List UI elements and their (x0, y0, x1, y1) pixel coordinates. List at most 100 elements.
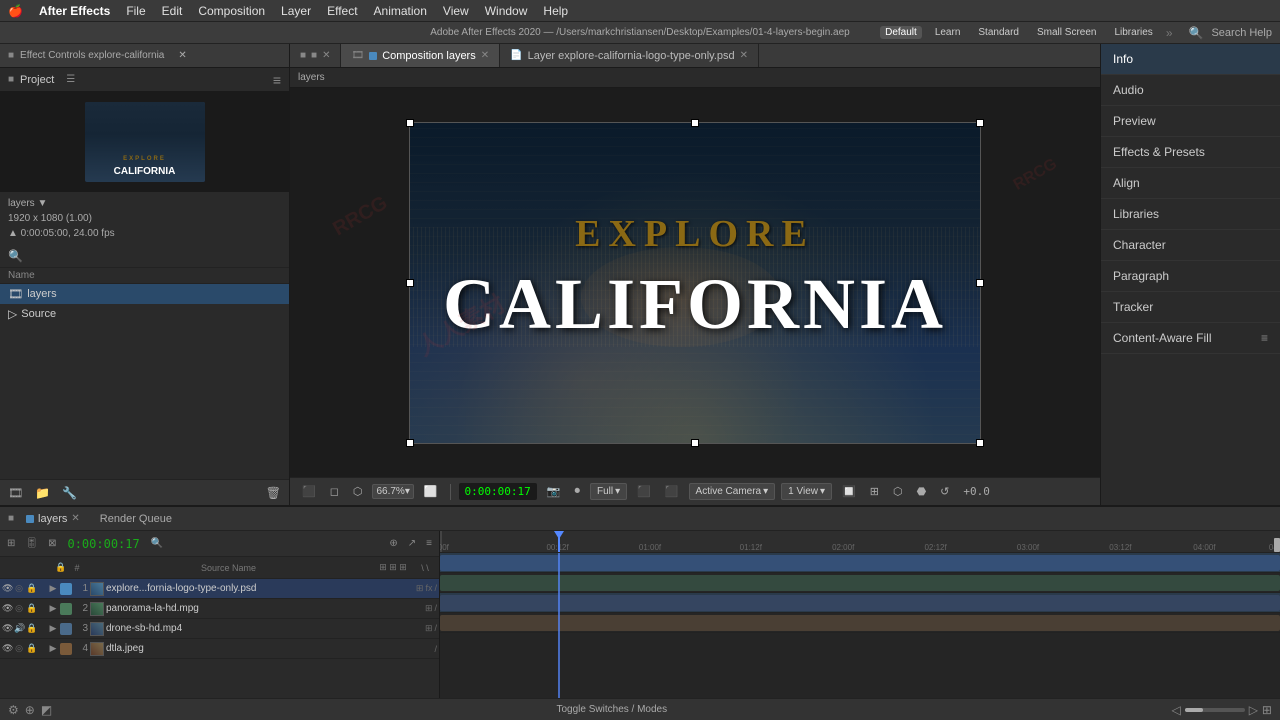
comp-tab-close[interactable]: ✕ (481, 50, 489, 61)
layer-ctrl-1[interactable]: ⊞ (4, 536, 18, 551)
layer-2-eye-btn[interactable]: 👁 (2, 603, 12, 614)
project-item-source[interactable]: ▷ Source (0, 304, 289, 324)
layer-3-pencil-btn[interactable]: / (434, 623, 437, 634)
layer-2-solo-btn[interactable]: ◎ (14, 603, 24, 614)
new-folder-btn[interactable]: 📁 (31, 484, 54, 502)
layer-search-btn[interactable]: 🔍 (148, 536, 166, 551)
project-item-layers[interactable]: 🎞 layers (0, 284, 289, 304)
timeline-timecode[interactable]: 0:00:00:17 (63, 537, 143, 551)
exposure-value[interactable]: +0.0 (959, 483, 994, 500)
layer-4-solo-btn[interactable]: ◎ (14, 643, 24, 654)
layer-1-solo-btn[interactable]: ◎ (14, 583, 24, 594)
timeline-tab[interactable]: layers ✕ (22, 513, 84, 525)
edit-menu[interactable]: Edit (162, 4, 183, 18)
comp-tab[interactable]: 🎞 Composition layers ✕ (341, 44, 500, 67)
view-dropdown[interactable]: 1 View▾ (781, 483, 832, 500)
layer-tab[interactable]: 📄 Layer explore-california-logo-type-onl… (500, 44, 759, 67)
layer-ctrl-2[interactable]: 🎚 (22, 536, 41, 551)
render-queue-label[interactable]: Render Queue (100, 513, 172, 525)
delete-item-btn[interactable]: 🗑 (262, 484, 285, 502)
viewer-pixel-btn[interactable]: ⬣ (913, 483, 931, 500)
layer-3-expand[interactable]: ▶ (48, 623, 58, 634)
viewer-btn2[interactable]: ⬛ (661, 483, 683, 500)
quality-dropdown[interactable]: Full▾ (590, 483, 627, 500)
panel-menu-icon[interactable]: ≡ (273, 72, 281, 88)
effect-controls-tab[interactable]: Effect Controls explore-california (20, 50, 164, 61)
timeline-ruler[interactable]: 0:00f 00:12f 01:00f 01:12f 02:00f 02:12f… (440, 531, 1280, 553)
zoom-selector[interactable]: 66.7%▾ (372, 484, 413, 499)
project-title[interactable]: Project (20, 74, 54, 86)
playhead[interactable] (558, 531, 560, 552)
workspace-default[interactable]: Default (880, 26, 922, 39)
timeline-fullscreen[interactable]: ⊞ (1262, 703, 1272, 717)
app-name[interactable]: After Effects (39, 4, 110, 18)
layer-4-expand[interactable]: ▶ (48, 643, 58, 654)
new-item-btn[interactable]: 🔧 (58, 484, 81, 502)
workspace-learn[interactable]: Learn (930, 26, 966, 39)
animation-menu[interactable]: Animation (374, 4, 427, 18)
layer-2-pencil-btn[interactable]: / (434, 603, 437, 614)
timeline-add-btn[interactable]: ⊕ (25, 703, 35, 717)
handle-tm[interactable] (691, 119, 699, 127)
timeline-collapse-btn[interactable]: ◩ (41, 703, 52, 717)
apple-menu[interactable]: 🍎 (8, 4, 23, 18)
help-menu[interactable]: Help (543, 4, 568, 18)
layer-row-4[interactable]: 👁 ◎ 🔒 ▶ 4 dtla.jpeg / (0, 639, 439, 659)
viewer-reset-btn[interactable]: ↺ (936, 483, 953, 500)
layer-3-collapse-btn[interactable]: ⊞ (425, 623, 433, 634)
timeline-zoom-slider[interactable] (1185, 708, 1245, 712)
panel-tab-more[interactable]: ☰ (66, 74, 75, 85)
content-aware-menu-icon[interactable]: ≡ (1261, 331, 1268, 345)
layer-tab-close[interactable]: ✕ (740, 50, 748, 61)
timeline-zoom-out[interactable]: ◁ (1171, 703, 1180, 717)
right-panel-libraries[interactable]: Libraries (1101, 199, 1280, 230)
layer-3-lock-btn[interactable]: 🔒 (26, 623, 36, 634)
layer-4-eye-btn[interactable]: 👁 (2, 643, 12, 654)
layer-1-collapse-btn[interactable]: ⊞ (416, 583, 424, 594)
layer-1-pencil-btn[interactable]: / (434, 583, 437, 594)
handle-bl[interactable] (406, 439, 414, 447)
viewer-toggle-btn[interactable]: ⏺ (570, 483, 584, 500)
close-tab-icon[interactable]: ✕ (178, 50, 186, 61)
workspace-libraries[interactable]: Libraries (1109, 26, 1157, 39)
handle-tr[interactable] (976, 119, 984, 127)
search-help-label[interactable]: Search Help (1211, 27, 1272, 39)
camera-icon[interactable]: 📷 (543, 483, 565, 500)
workspace-more[interactable]: » (1166, 26, 1173, 40)
layer-4-pencil-btn[interactable]: / (434, 644, 437, 654)
layer-1-expand[interactable]: ▶ (48, 583, 58, 594)
workspace-standard[interactable]: Standard (973, 26, 1024, 39)
viewer-alpha-btn[interactable]: ◻ (326, 483, 343, 500)
right-panel-paragraph[interactable]: Paragraph (1101, 261, 1280, 292)
layer-graph-btn[interactable]: ↗ (405, 536, 419, 551)
layer-more-btn[interactable]: ≡ (423, 536, 435, 551)
layer-3-audio-btn[interactable]: 🔊 (14, 623, 24, 634)
layer-1-eye-btn[interactable]: 👁 (2, 583, 12, 594)
workspace-small-screen[interactable]: Small Screen (1032, 26, 1101, 39)
timeline-settings-btn[interactable]: ⚙ (8, 703, 19, 717)
viewer-3d-btn[interactable]: 🔲 (838, 483, 860, 500)
handle-bm[interactable] (691, 439, 699, 447)
new-comp-btn[interactable]: 🎞 (4, 484, 27, 502)
track-row-1[interactable] (440, 553, 1280, 573)
right-panel-character[interactable]: Character (1101, 230, 1280, 261)
layer-add-marker[interactable]: ⊕ (386, 536, 400, 551)
right-panel-info[interactable]: Info (1101, 44, 1280, 75)
handle-br[interactable] (976, 439, 984, 447)
handle-ml[interactable] (406, 279, 414, 287)
right-panel-audio[interactable]: Audio (1101, 75, 1280, 106)
layer-row-3[interactable]: 👁 🔊 🔒 ▶ 3 drone-sb-hd.mp4 ⊞ / (0, 619, 439, 639)
viewer-canvas-area[interactable]: RRCG RRCG 人人素材 EXPLORE CALIFORNIA (290, 88, 1100, 477)
layer-3-eye-btn[interactable]: 👁 (2, 623, 12, 634)
file-menu[interactable]: File (126, 4, 145, 18)
viewer-safe-btn[interactable]: ⬡ (889, 483, 907, 500)
track-row-4[interactable] (440, 613, 1280, 633)
layer-2-expand[interactable]: ▶ (48, 603, 58, 614)
layer-1-lock-btn[interactable]: 🔒 (26, 583, 36, 594)
right-panel-align[interactable]: Align (1101, 168, 1280, 199)
viewer-preview-btn[interactable]: ⬛ (298, 483, 320, 500)
track-row-2[interactable] (440, 573, 1280, 593)
timeline-tab-close[interactable]: ✕ (71, 513, 79, 524)
handle-tl[interactable] (406, 119, 414, 127)
viewer-timecode[interactable]: 0:00:00:17 (459, 483, 537, 500)
